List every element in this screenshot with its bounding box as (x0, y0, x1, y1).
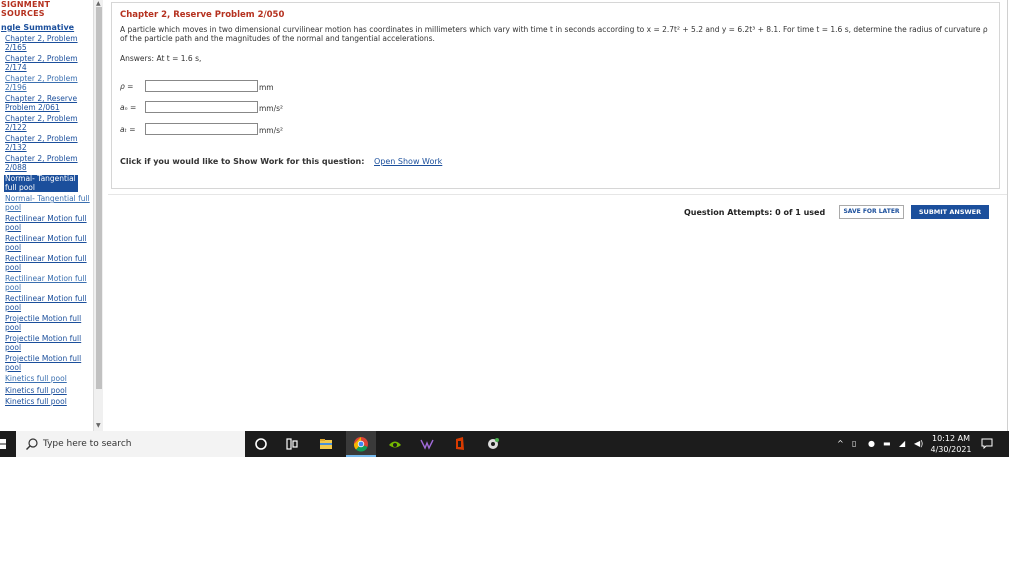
sidebar-item-list: Chapter 2, Problem 2/165 Chapter 2, Probl… (0, 34, 93, 407)
answer-label-an: aₙ = (120, 103, 137, 112)
sidebar-item[interactable]: Kinetics full pool (0, 374, 92, 384)
sidebar-item[interactable]: Chapter 2, Problem 2/088 (0, 154, 92, 172)
sidebar-header-line1: SIGNMENT (1, 0, 51, 9)
wifi-icon[interactable]: ◢ (899, 439, 905, 449)
sidebar-item[interactable]: Chapter 2, Problem 2/132 (0, 134, 92, 152)
divider (108, 194, 1008, 195)
system-tray: ^ ▯ ● ▬ ◢ ◀) (833, 431, 933, 457)
answer-unit-an: mm/s² (259, 104, 284, 113)
sidebar-item[interactable]: Rectilinear Motion full pool (0, 234, 92, 252)
search-icon (26, 438, 38, 450)
volume-icon[interactable]: ◀) (914, 439, 923, 449)
sidebar-item[interactable]: Normal- Tangential full pool (0, 194, 92, 212)
submit-answer-button[interactable]: SUBMIT ANSWER (911, 205, 989, 219)
sidebar-item[interactable]: Chapter 2, Problem 2/196 (0, 74, 92, 92)
sidebar-item[interactable]: Projectile Motion full pool (0, 314, 92, 332)
acer-icon[interactable] (419, 436, 435, 452)
battery-icon[interactable]: ▯ (852, 439, 856, 449)
question-attempts: Question Attempts: 0 of 1 used (684, 208, 826, 217)
sidebar-item[interactable]: Projectile Motion full pool (0, 354, 92, 372)
answer-label-rho: ρ = (120, 82, 134, 91)
sidebar-item[interactable]: Normal- Tangential full pool (4, 174, 78, 192)
office-icon[interactable] (452, 436, 468, 452)
sidebar-header-line2: SOURCES (1, 9, 45, 18)
answer-label-at: aₜ = (120, 125, 136, 134)
chrome-icon[interactable] (353, 436, 369, 452)
display-icon[interactable]: ▬ (883, 439, 891, 449)
sidebar-item[interactable]: Rectilinear Motion full pool (0, 294, 92, 312)
question-panel: Chapter 2, Reserve Problem 2/050 A parti… (111, 2, 1000, 189)
assignment-sidebar: SIGNMENT SOURCES ngle Summative Chapter … (0, 0, 93, 431)
clock-time[interactable]: 10:12 AM (930, 434, 972, 443)
question-title: Chapter 2, Reserve Problem 2/050 (120, 10, 285, 20)
open-show-work-link[interactable]: Open Show Work (374, 157, 442, 166)
sidebar-scrollbar-thumb[interactable] (96, 7, 102, 389)
sidebar-item[interactable]: Projectile Motion full pool (0, 334, 92, 352)
windows-taskbar: Type here to search ^ ▯ ● ▬ ◢ ◀) 10:12 A… (0, 431, 1009, 457)
normal-accel-input[interactable] (145, 101, 258, 113)
question-text: A particle which moves in two dimensiona… (120, 25, 988, 43)
taskbar-search-placeholder: Type here to search (43, 439, 132, 449)
show-work-prompt: Click if you would like to Show Work for… (120, 157, 365, 166)
tangential-accel-input[interactable] (145, 123, 258, 135)
microphone-icon[interactable]: ● (868, 439, 875, 449)
sidebar-item[interactable]: Rectilinear Motion full pool (0, 274, 92, 292)
sidebar-item[interactable]: Chapter 2, Problem 2/174 (0, 54, 92, 72)
save-for-later-button[interactable]: SAVE FOR LATER (839, 205, 904, 219)
nvidia-icon[interactable] (387, 436, 403, 452)
answer-unit-at: mm/s² (259, 126, 284, 135)
sidebar-item[interactable]: Rectilinear Motion full pool (0, 254, 92, 272)
task-view-icon[interactable] (284, 436, 300, 452)
sidebar-section-title[interactable]: ngle Summative (0, 23, 93, 32)
notification-icon[interactable] (981, 438, 993, 449)
sidebar-item[interactable]: Chapter 2, Problem 2/165 (0, 34, 92, 52)
clock-date[interactable]: 4/30/2021 (930, 445, 972, 454)
chevron-up-icon[interactable]: ^ (837, 439, 844, 449)
settings-icon[interactable] (485, 436, 501, 452)
answer-unit-rho: mm (259, 83, 274, 92)
chrome-active-indicator (346, 455, 376, 457)
sidebar-item[interactable]: Chapter 2, Reserve Problem 2/061 (0, 94, 92, 112)
rho-input[interactable] (145, 80, 258, 92)
window-edge (1007, 0, 1008, 431)
sidebar-scrollbar[interactable]: ▲ ▼ (93, 0, 103, 431)
taskbar-search-box[interactable]: Type here to search (16, 431, 245, 457)
windows-start-icon[interactable] (0, 439, 6, 449)
sidebar-item[interactable]: Kinetics full pool (0, 386, 92, 396)
scroll-down-icon[interactable]: ▼ (96, 423, 101, 429)
sidebar-item[interactable]: Kinetics full pool (0, 397, 92, 407)
sidebar-item[interactable]: Chapter 2, Problem 2/122 (0, 114, 92, 132)
cortana-icon[interactable] (253, 436, 269, 452)
file-explorer-icon[interactable] (318, 436, 334, 452)
answers-intro: Answers: At t = 1.6 s, (120, 54, 202, 63)
sidebar-item[interactable]: Rectilinear Motion full pool (0, 214, 92, 232)
